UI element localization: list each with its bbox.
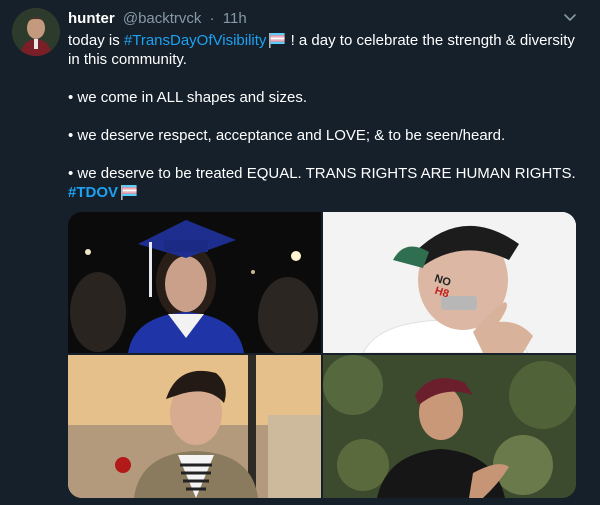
photo-outdoor-image bbox=[323, 355, 576, 498]
photo-noh8-image: NO H8 bbox=[323, 212, 576, 353]
text-segment: today is bbox=[68, 32, 124, 49]
avatar[interactable] bbox=[12, 8, 60, 56]
bullet-point: • we deserve to be treated EQUAL. TRANS … bbox=[68, 164, 576, 202]
hashtag-link[interactable]: #TDOV bbox=[68, 184, 118, 201]
time-separator: · bbox=[209, 10, 215, 27]
tweet-header: hunter @backtrvck · 11h bbox=[68, 9, 247, 29]
transgender-flag-emoji-icon bbox=[120, 184, 138, 200]
transgender-flag-emoji-icon bbox=[268, 32, 286, 48]
photo-noh8[interactable]: NO H8 bbox=[323, 212, 576, 353]
photo-graduation-image bbox=[68, 212, 321, 353]
photo-smiling[interactable] bbox=[68, 355, 321, 498]
bullet-text: • we deserve to be treated EQUAL. TRANS … bbox=[68, 165, 576, 182]
photo-outdoor[interactable] bbox=[323, 355, 576, 498]
hashtag-link[interactable]: #TransDayOfVisibility bbox=[124, 32, 267, 49]
tweet-paragraph: today is #TransDayOfVisibility ! a day t… bbox=[68, 31, 583, 69]
avatar-image bbox=[12, 8, 60, 56]
photo-smiling-image bbox=[68, 355, 321, 498]
photo-graduation[interactable] bbox=[68, 212, 321, 353]
tweet[interactable]: hunter @backtrvck · 11h today is #TransD… bbox=[0, 0, 600, 505]
chevron-down-icon bbox=[564, 14, 576, 21]
media-grid: NO H8 bbox=[68, 212, 576, 498]
bullet-point: • we come in ALL shapes and sizes. bbox=[68, 89, 307, 106]
handle[interactable]: @backtrvck bbox=[123, 10, 202, 27]
more-options-button[interactable] bbox=[560, 8, 580, 28]
timestamp[interactable]: 11h bbox=[223, 10, 247, 27]
display-name[interactable]: hunter bbox=[68, 10, 115, 27]
bullet-point: • we deserve respect, acceptance and LOV… bbox=[68, 127, 506, 144]
